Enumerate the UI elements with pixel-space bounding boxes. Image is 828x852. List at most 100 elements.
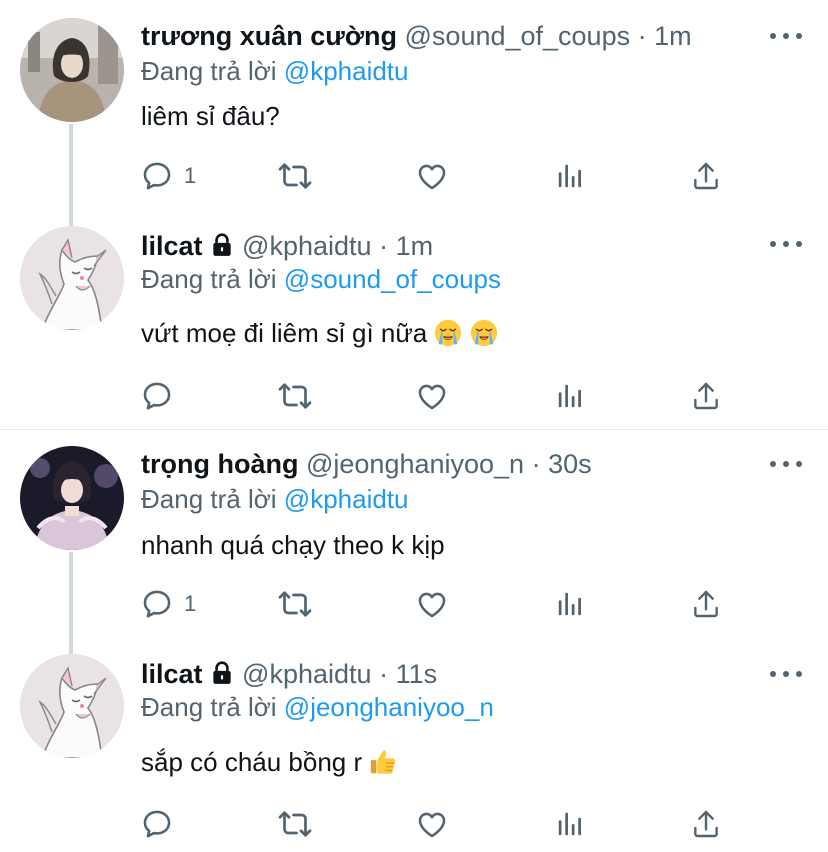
- like-button[interactable]: [415, 156, 449, 196]
- share-button[interactable]: [690, 584, 722, 624]
- tweet-header: trương xuân cường @sound_of_coups · 1m: [141, 20, 692, 52]
- share-button[interactable]: [690, 376, 722, 416]
- timestamp[interactable]: 11s: [396, 659, 438, 689]
- share-button[interactable]: [690, 156, 722, 196]
- action-bar: 1: [0, 584, 828, 624]
- avatar[interactable]: [20, 446, 124, 550]
- tweet-text: nhanh quá chạy theo k kịp: [141, 528, 445, 562]
- like-icon: [415, 379, 449, 413]
- user-handle[interactable]: @kphaidtu: [242, 231, 372, 261]
- like-button[interactable]: [415, 584, 449, 624]
- separator: ·: [637, 21, 647, 51]
- timestamp[interactable]: 1m: [396, 231, 434, 261]
- separator: ·: [379, 659, 389, 689]
- action-bar: [0, 804, 828, 844]
- avatar[interactable]: [20, 654, 124, 758]
- timestamp[interactable]: 1m: [654, 21, 692, 51]
- timestamp[interactable]: 30s: [548, 449, 592, 479]
- mention-link[interactable]: @jeonghaniyoo_n: [284, 692, 494, 722]
- analytics-icon: [555, 161, 585, 191]
- loudly-crying-face-emoji: [433, 318, 463, 348]
- tweet-header: lilcat @kphaidtu · 11s: [141, 658, 437, 690]
- replying-to: Đang trả lời @kphaidtu: [141, 55, 409, 87]
- retweet-icon: [277, 378, 313, 414]
- avatar[interactable]: [20, 226, 124, 330]
- display-name[interactable]: lilcat: [141, 231, 203, 261]
- analytics-button[interactable]: [555, 376, 585, 416]
- display-name[interactable]: lilcat: [141, 659, 203, 689]
- more-icon[interactable]: [770, 234, 802, 254]
- tweet-body: vứt moẹ đi liêm sỉ gì nữa: [141, 318, 428, 348]
- separator: ·: [379, 231, 389, 261]
- reply-button[interactable]: 1: [140, 156, 196, 196]
- analytics-button[interactable]: [555, 156, 585, 196]
- action-bar: 1: [0, 156, 828, 196]
- replying-label: Đang trả lời: [141, 692, 277, 722]
- retweet-button[interactable]: [277, 376, 313, 416]
- reply-count: 1: [184, 591, 197, 616]
- display-name[interactable]: trương xuân cường: [141, 21, 397, 51]
- tweet-header: trọng hoàng @jeonghaniyoo_n · 30s: [141, 448, 592, 480]
- action-bar: [0, 376, 828, 416]
- tweet-text: vứt moẹ đi liêm sỉ gì nữa: [141, 316, 499, 350]
- share-button[interactable]: [690, 804, 722, 844]
- retweet-icon: [277, 586, 313, 622]
- tweet-header: lilcat @kphaidtu · 1m: [141, 230, 433, 262]
- display-name[interactable]: trọng hoàng: [141, 449, 298, 479]
- like-icon: [415, 159, 449, 193]
- more-icon[interactable]: [770, 26, 802, 46]
- lock-icon: [209, 660, 235, 686]
- reply-icon: [140, 379, 174, 413]
- analytics-icon: [555, 589, 585, 619]
- retweet-button[interactable]: [277, 584, 313, 624]
- mention-link[interactable]: @kphaidtu: [284, 56, 409, 86]
- share-icon: [690, 380, 722, 412]
- reply-icon: [140, 587, 174, 621]
- analytics-button[interactable]: [555, 804, 585, 844]
- retweet-icon: [277, 806, 313, 842]
- reply-count: 1: [184, 163, 197, 188]
- share-icon: [690, 808, 722, 840]
- separator: ·: [531, 449, 541, 479]
- replying-to: Đang trả lời @kphaidtu: [141, 483, 409, 515]
- user-handle[interactable]: @jeonghaniyoo_n: [306, 449, 524, 479]
- analytics-button[interactable]: [555, 584, 585, 624]
- share-icon: [690, 160, 722, 192]
- tweet-body: sắp có cháu bồng r: [141, 747, 363, 777]
- retweet-button[interactable]: [277, 804, 313, 844]
- replying-label: Đang trả lời: [141, 484, 277, 514]
- tweet-text: liêm sỉ đâu?: [141, 99, 280, 133]
- replying-label: Đang trả lời: [141, 56, 277, 86]
- mention-link[interactable]: @sound_of_coups: [284, 264, 501, 294]
- thumbs-up-emoji: [368, 747, 398, 777]
- reply-icon: [140, 159, 174, 193]
- tweet-body: liêm sỉ đâu?: [141, 101, 280, 131]
- user-handle[interactable]: @kphaidtu: [242, 659, 372, 689]
- like-icon: [415, 807, 449, 841]
- tweet-body: nhanh quá chạy theo k kịp: [141, 530, 445, 560]
- more-icon[interactable]: [770, 454, 802, 474]
- share-icon: [690, 588, 722, 620]
- conversation-divider: [0, 429, 828, 430]
- lock-icon: [209, 232, 235, 258]
- tweet-text: sắp có cháu bồng r: [141, 745, 398, 779]
- more-icon[interactable]: [770, 664, 802, 684]
- analytics-icon: [555, 809, 585, 839]
- replying-to: Đang trả lời @jeonghaniyoo_n: [141, 691, 494, 723]
- mention-link[interactable]: @kphaidtu: [284, 484, 409, 514]
- avatar[interactable]: [20, 18, 124, 122]
- like-icon: [415, 587, 449, 621]
- reply-button[interactable]: [140, 804, 184, 844]
- reply-button[interactable]: [140, 376, 184, 416]
- reply-icon: [140, 807, 174, 841]
- retweet-icon: [277, 158, 313, 194]
- replying-label: Đang trả lời: [141, 264, 277, 294]
- reply-button[interactable]: 1: [140, 584, 196, 624]
- replying-to: Đang trả lời @sound_of_coups: [141, 263, 501, 295]
- loudly-crying-face-emoji: [469, 318, 499, 348]
- analytics-icon: [555, 381, 585, 411]
- user-handle[interactable]: @sound_of_coups: [405, 21, 631, 51]
- like-button[interactable]: [415, 804, 449, 844]
- like-button[interactable]: [415, 376, 449, 416]
- retweet-button[interactable]: [277, 156, 313, 196]
